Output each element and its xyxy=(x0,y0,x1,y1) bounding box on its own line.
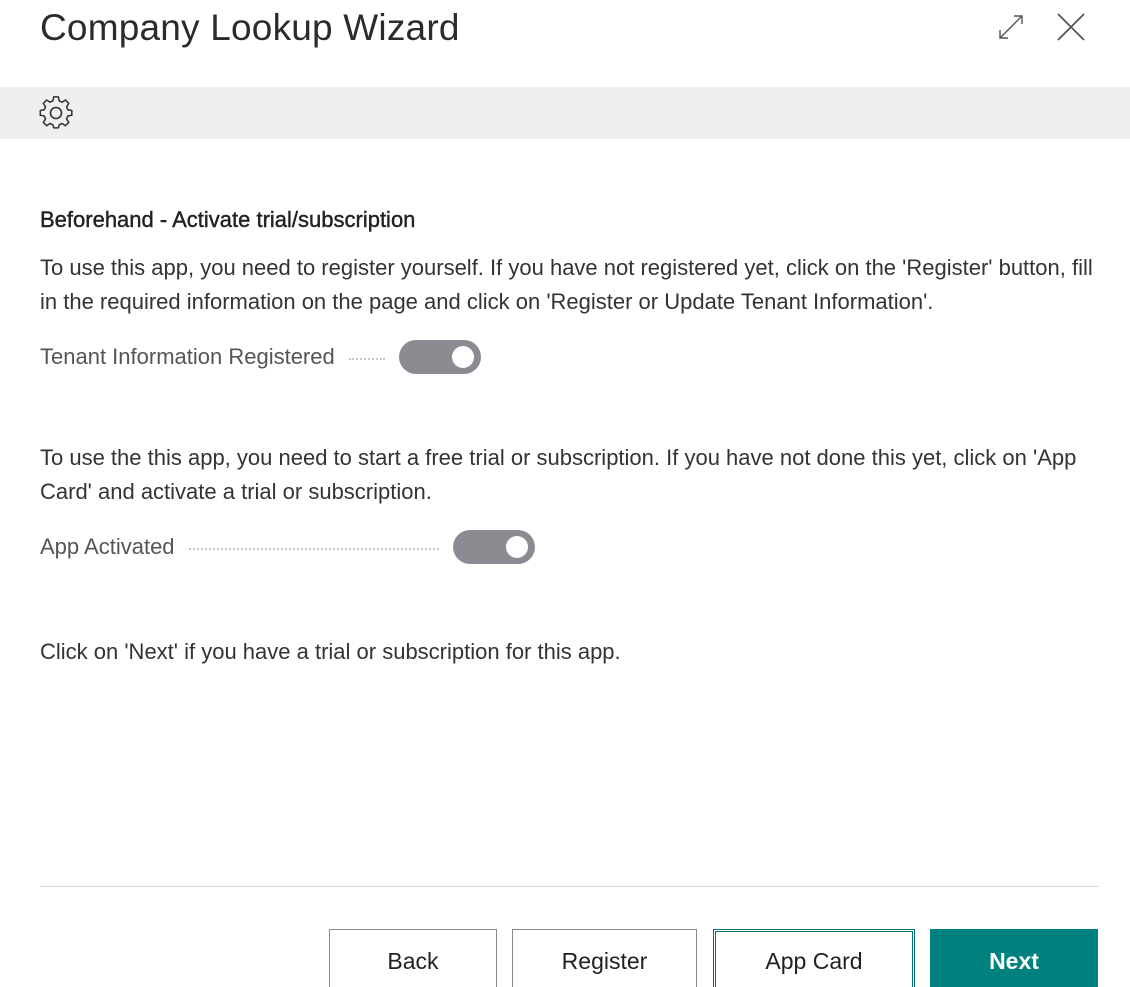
next-button[interactable]: Next xyxy=(930,929,1098,987)
register-instructions: To use this app, you need to register yo… xyxy=(40,255,1093,314)
step-heading: Beforehand - Activate trial/subscription xyxy=(40,207,416,232)
tenant-registered-field: Tenant Information Registered xyxy=(40,337,1100,377)
action-toolbar xyxy=(0,87,1130,139)
toggle-knob xyxy=(451,346,474,368)
app-activated-label: App Activated xyxy=(40,534,175,559)
next-instructions: Click on 'Next' if you have a trial or s… xyxy=(40,639,621,664)
title-actions xyxy=(992,8,1090,46)
field-leader-dots xyxy=(348,358,385,360)
gear-icon[interactable] xyxy=(38,95,74,131)
toggle-knob xyxy=(505,536,528,558)
expand-arrows-icon[interactable] xyxy=(992,8,1030,46)
footer-divider xyxy=(40,886,1098,887)
tenant-registered-toggle[interactable] xyxy=(398,340,481,374)
app-card-button[interactable]: App Card xyxy=(713,929,915,987)
back-button[interactable]: Back xyxy=(329,929,497,987)
dialog-title: Company Lookup Wizard xyxy=(40,7,460,48)
tenant-registered-label: Tenant Information Registered xyxy=(40,344,335,369)
app-activated-field: App Activated xyxy=(40,527,1100,567)
trial-instructions: To use the this app, you need to start a… xyxy=(40,445,1077,504)
field-leader-dots xyxy=(188,548,439,550)
wizard-footer-buttons: Back Register App Card Next xyxy=(0,929,1130,987)
register-button[interactable]: Register xyxy=(512,929,697,987)
wizard-dialog: Company Lookup Wizard Beforehand - Activ… xyxy=(0,0,1130,987)
app-activated-toggle[interactable] xyxy=(452,530,535,564)
wizard-content: Beforehand - Activate trial/subscription… xyxy=(40,205,1100,669)
close-icon[interactable] xyxy=(1052,8,1090,46)
